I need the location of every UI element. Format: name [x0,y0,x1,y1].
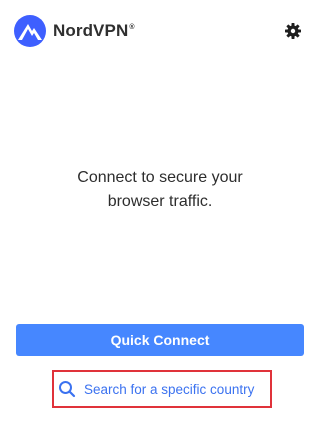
mountain-logo-icon [14,15,46,47]
search-icon [59,381,76,398]
search-country-link[interactable]: Search for a specific country [58,377,254,401]
app-name: NordVPN® [53,21,135,40]
header: NordVPN® [0,0,320,64]
gear-icon[interactable] [283,21,303,41]
quick-connect-button[interactable]: Quick Connect [16,324,304,356]
message-line-1: Connect to secure your [77,169,243,186]
connect-message: Connect to secure your browser traffic. [40,166,280,214]
nordvpn-logo: NordVPN® [14,15,135,47]
message-line-2: browser traffic. [107,193,213,210]
search-country-label: Search for a specific country [84,381,255,397]
